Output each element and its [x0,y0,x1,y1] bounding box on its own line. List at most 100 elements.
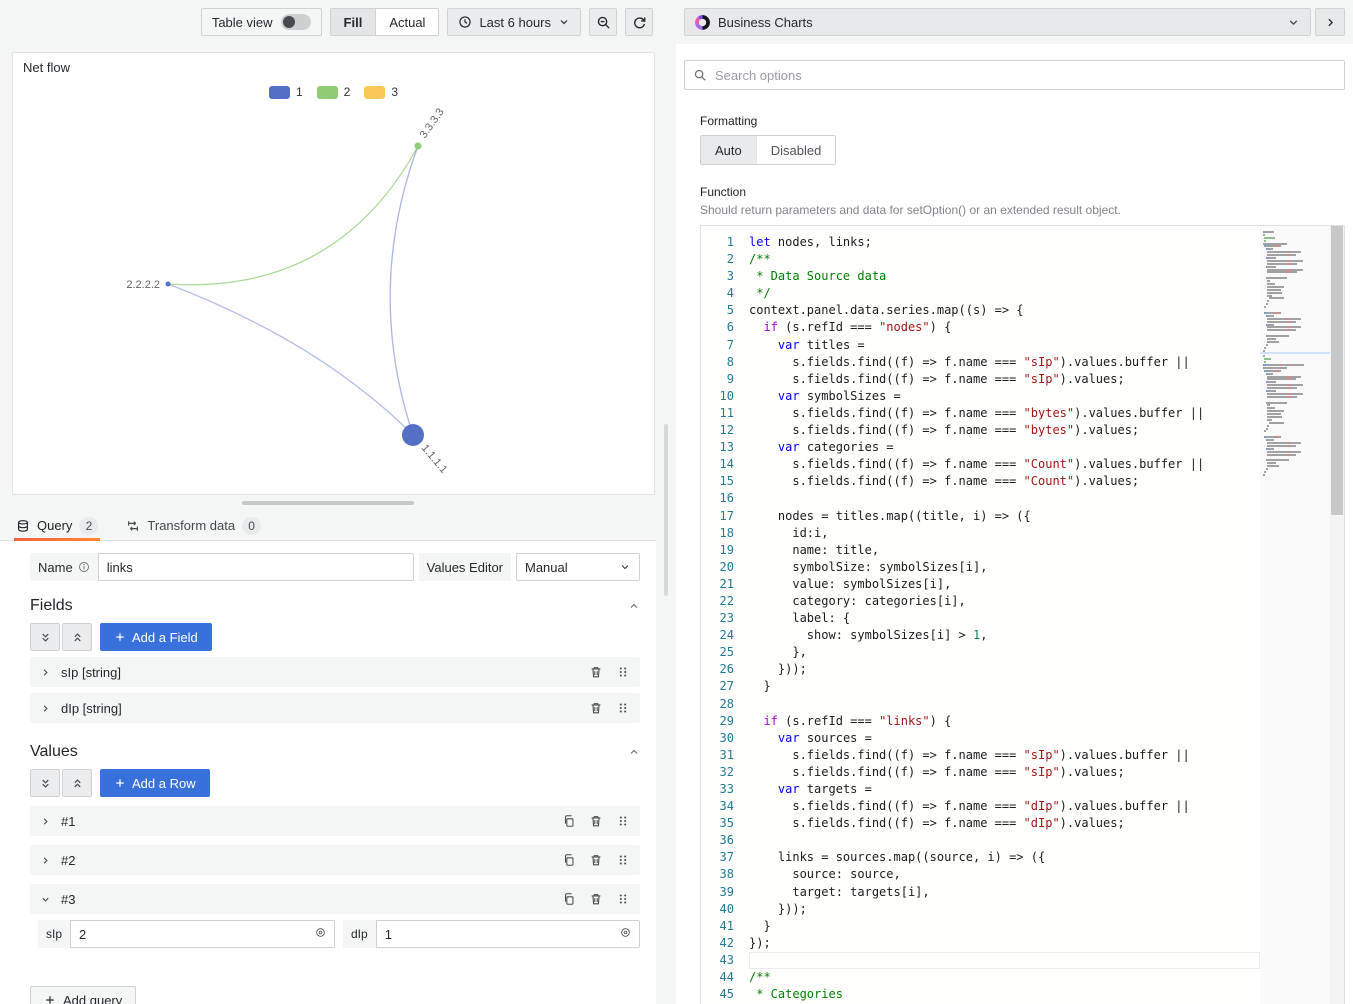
time-zoom-out-button[interactable] [589,8,617,36]
tab-query[interactable]: Query 2 [14,511,100,540]
refresh-button[interactable] [625,8,653,36]
add-query-button[interactable]: Add query [30,986,136,1004]
trash-icon[interactable] [589,701,603,715]
trash-icon[interactable] [589,814,603,828]
drag-handle-icon[interactable] [616,892,630,906]
value-row-label: #3 [61,892,552,907]
search-options-input[interactable] [684,60,1345,90]
code-line: var titles = [749,337,1260,354]
copy-icon[interactable] [562,853,576,867]
graph-chart[interactable]: 3.3.3.32.2.2.21.1.1.1 [13,53,654,494]
chevron-right-icon [40,703,51,714]
splitter-handle[interactable] [664,424,668,596]
graph-node[interactable] [415,143,422,150]
actual-button[interactable]: Actual [375,9,438,35]
legend-label: 1 [296,85,303,99]
pane-size-switch: Fill Actual [330,8,440,36]
add-row-button[interactable]: Add a Row [100,769,210,797]
value-row-label: #2 [61,853,552,868]
query-count-badge: 2 [79,517,98,535]
code-line: value: symbolSizes[i], [749,576,1260,593]
graph-node-label: 1.1.1.1 [419,442,450,475]
legend-swatch [317,86,338,99]
editor-code-area[interactable]: let nodes, links;/** * Data Source data … [749,226,1260,1004]
database-icon [16,519,30,533]
code-line: source: source, [749,866,1260,883]
collapse-options-pane-button[interactable] [1315,8,1345,36]
legend-item[interactable]: 1 [269,85,303,99]
chevron-right-icon [40,855,51,866]
transform-icon [126,519,140,533]
trash-icon[interactable] [589,853,603,867]
code-line: * Data Source data [749,268,1260,285]
expand-all-fields-button[interactable] [62,623,92,651]
graph-node[interactable] [402,424,424,446]
value-input[interactable] [70,920,335,948]
field-row[interactable]: dIp [string] [30,693,640,723]
editor-minimap[interactable] [1260,226,1330,1004]
value-row[interactable]: #2 [30,845,640,875]
visualization-select[interactable]: Business Charts [684,8,1311,36]
value-row[interactable]: #1 [30,806,640,836]
fill-button[interactable]: Fill [331,9,376,35]
trash-icon[interactable] [589,892,603,906]
code-line: s.fields.find((f) => f.name === "dIp").v… [749,815,1260,832]
formatting-option-disabled[interactable]: Disabled [756,136,836,164]
table-view-toggle[interactable] [281,14,311,30]
code-line: var targets = [749,781,1260,798]
code-line: name: title, [749,542,1260,559]
trash-icon[interactable] [589,665,603,679]
legend-item[interactable]: 3 [364,85,398,99]
formatting-label: Formatting [700,114,1345,128]
collapse-section-icon[interactable] [628,600,640,612]
time-range-picker[interactable]: Last 6 hours [447,8,581,36]
code-line: })); [749,661,1260,678]
value-input[interactable] [376,920,640,948]
code-line: * Categories [749,986,1260,1003]
values-editor-value: Manual [525,560,568,575]
code-line: /** [749,969,1260,986]
drag-handle-icon[interactable] [616,814,630,828]
legend-item[interactable]: 2 [317,85,351,99]
drag-handle-icon[interactable] [616,665,630,679]
transform-count-badge: 0 [242,517,261,535]
collapse-section-icon[interactable] [628,746,640,758]
legend-label: 3 [391,85,398,99]
code-line: s.fields.find((f) => f.name === "Count")… [749,473,1260,490]
copy-icon[interactable] [562,814,576,828]
code-line: if (s.refId === "nodes") { [749,319,1260,336]
graph-edge[interactable] [390,146,418,435]
plus-icon [44,994,56,1004]
query-name-input[interactable] [98,553,414,581]
collapse-all-rows-button[interactable] [30,769,60,797]
toolbar-right: Business Charts [676,0,1353,44]
visualization-preview-pane: Net flow 3.3.3.32.2.2.21.1.1.1 1 2 3 Que… [0,44,656,1004]
code-line: show: symbolSizes[i] > 1, [749,627,1260,644]
code-line: category: categories[i], [749,593,1260,610]
copy-icon[interactable] [562,892,576,906]
field-row-label: sIp [string] [61,665,579,680]
graph-edge[interactable] [168,146,418,285]
add-field-button[interactable]: Add a Field [100,623,212,651]
drag-handle-icon[interactable] [616,853,630,867]
circle-dot-icon[interactable] [315,927,326,938]
values-editor-select[interactable]: Manual [516,553,640,581]
chevron-right-icon [40,667,51,678]
graph-node[interactable] [166,282,171,287]
code-line: } [749,678,1260,695]
panel-resize-handle[interactable] [242,501,414,505]
code-line: links = sources.map((source, i) => ({ [749,849,1260,866]
value-row-expanded[interactable]: #3 [30,884,640,914]
graph-edge[interactable] [168,284,413,435]
code-line: }, [749,644,1260,661]
editor-scrollbar [1330,226,1344,1004]
formatting-option-auto[interactable]: Auto [701,136,756,164]
collapse-all-fields-button[interactable] [30,623,60,651]
drag-handle-icon[interactable] [616,701,630,715]
code-line: symbolSize: symbolSizes[i], [749,559,1260,576]
tab-transform-data[interactable]: Transform data 0 [124,511,263,540]
field-row[interactable]: sIp [string] [30,657,640,687]
expand-all-rows-button[interactable] [62,769,92,797]
editor-scrollbar-thumb[interactable] [1331,226,1343,515]
circle-dot-icon[interactable] [620,927,631,938]
